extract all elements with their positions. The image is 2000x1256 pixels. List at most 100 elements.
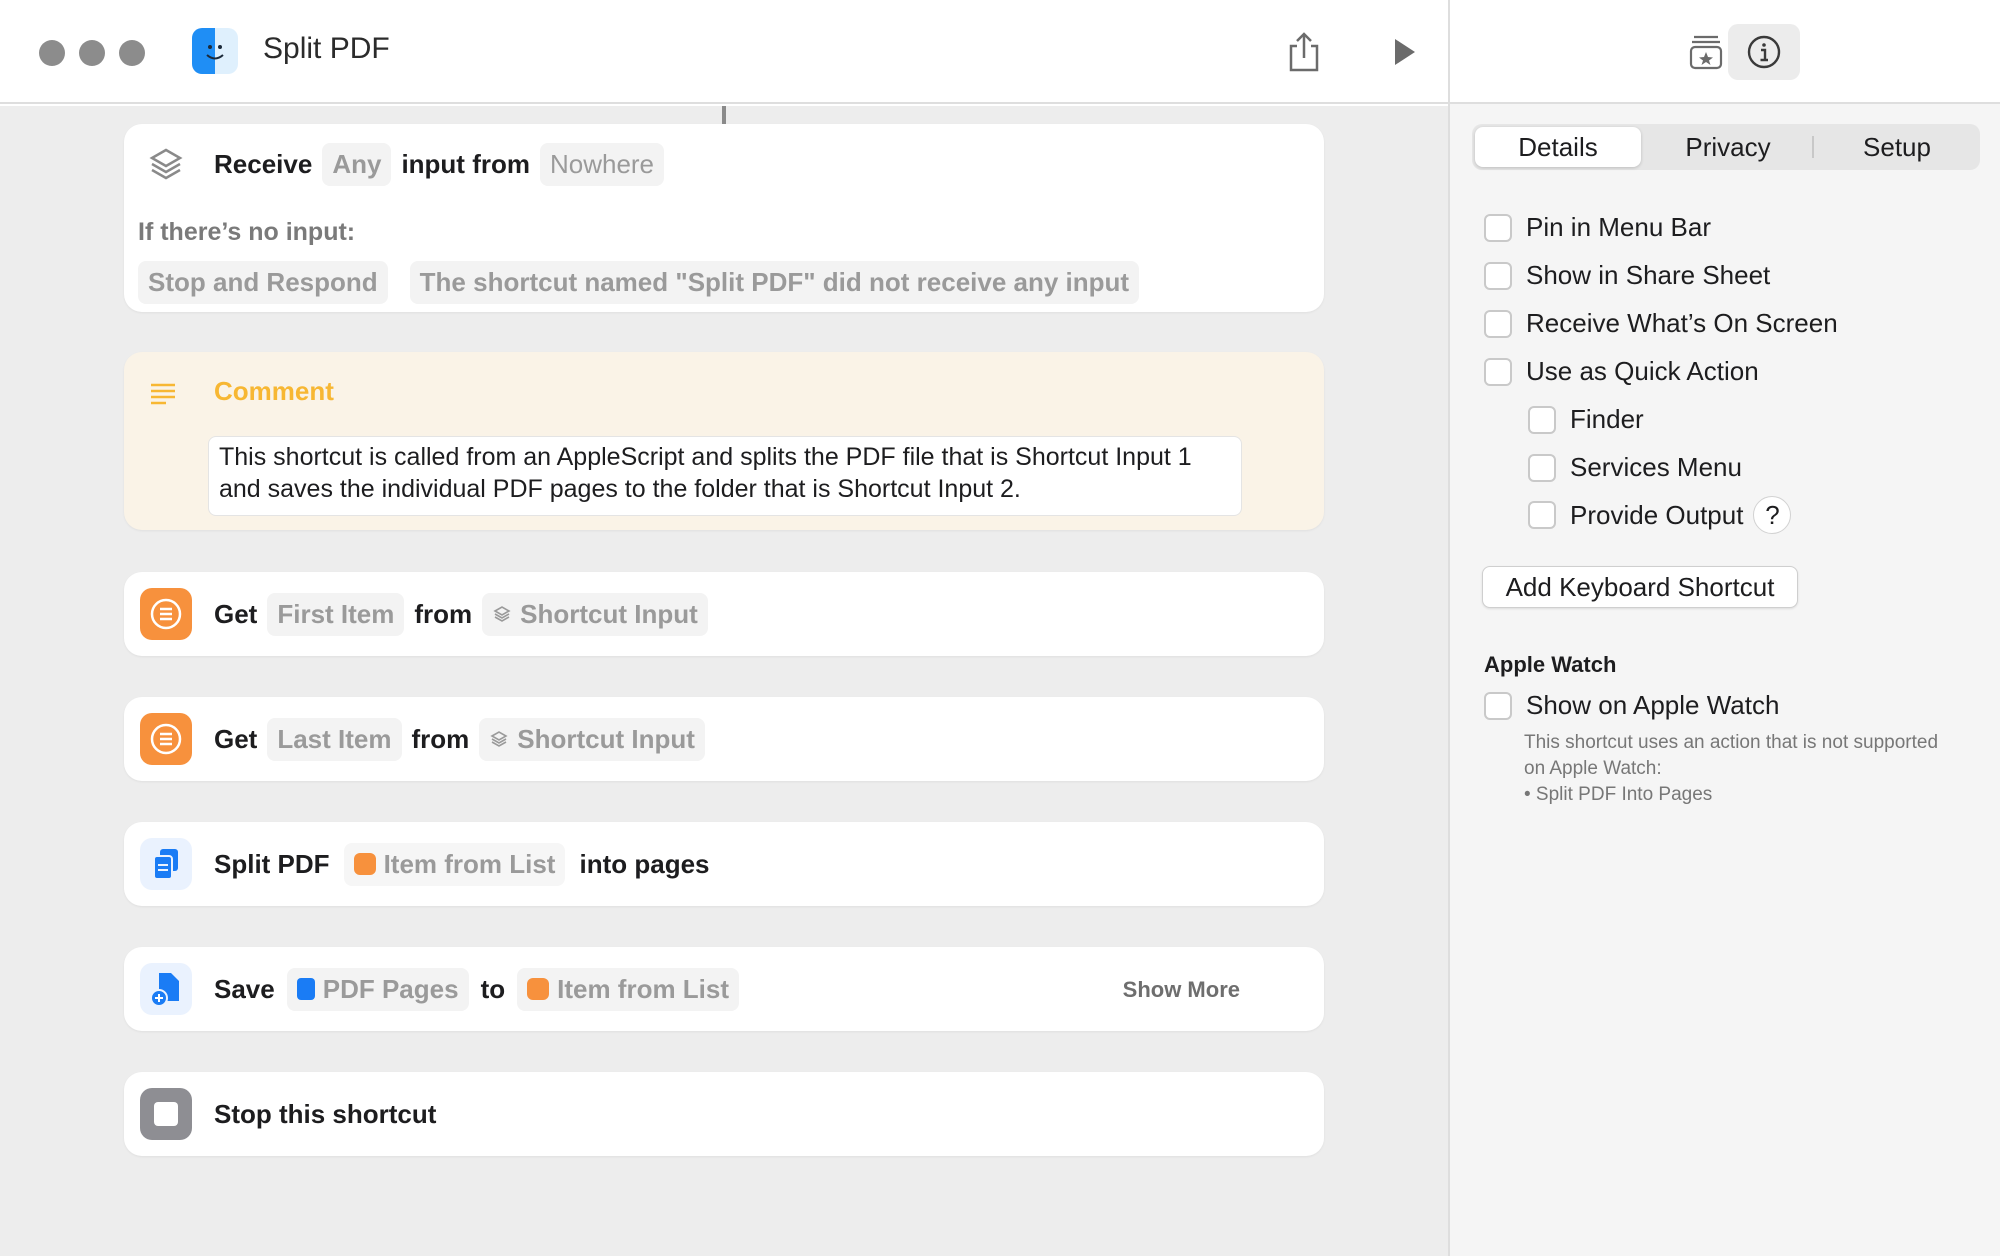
pdf-pages-token[interactable]: PDF Pages: [286, 967, 469, 1011]
shortcut-input-icon: [493, 606, 511, 622]
action-library-icon: [1689, 35, 1723, 70]
save-keyword: Save: [214, 973, 275, 1004]
details-panel: Details Privacy Setup Pin in Menu Bar Sh…: [1448, 0, 2000, 1256]
services-menu-checkbox[interactable]: [1528, 453, 1556, 482]
tab-details[interactable]: Details: [1475, 127, 1641, 167]
get-last-item-action-card[interactable]: Get Last Item from Shortcut Input: [124, 697, 1324, 781]
play-icon: [1395, 39, 1415, 65]
details-info-button[interactable]: [1728, 24, 1800, 80]
input-from-keyword: input from: [401, 148, 530, 179]
show-on-watch-option[interactable]: Show on Apple Watch: [1484, 690, 1779, 721]
provide-output-label: Provide Output: [1570, 499, 1744, 530]
save-action-card[interactable]: Save PDF Pages to Item from List Show Mo…: [124, 947, 1324, 1031]
input-source-token[interactable]: Nowhere: [539, 142, 665, 186]
stop-keyword: Stop this shortcut: [214, 1098, 437, 1129]
minimize-window-button[interactable]: [79, 40, 105, 66]
shortcut-editor: Receive Any input from Nowhere If there’…: [0, 106, 1448, 1256]
finder-app-icon: [192, 28, 238, 74]
pin-menu-bar-checkbox[interactable]: [1484, 213, 1512, 242]
destination-token[interactable]: Item from List: [517, 967, 740, 1011]
stop-icon: [140, 1088, 192, 1140]
save-document-icon: [140, 963, 192, 1015]
zoom-window-button[interactable]: [119, 40, 145, 66]
pin-menu-bar-option[interactable]: Pin in Menu Bar: [1484, 212, 1711, 243]
pdf-pages-label: PDF Pages: [322, 973, 459, 1004]
finder-checkbox[interactable]: [1528, 405, 1556, 434]
list-icon: [140, 713, 192, 765]
receive-screen-checkbox[interactable]: [1484, 309, 1512, 338]
list-icon: [140, 588, 192, 640]
comment-action-card[interactable]: Comment This shortcut is called from an …: [124, 352, 1324, 530]
split-pdf-keyword: Split PDF: [214, 848, 330, 879]
input-type-token[interactable]: Any: [322, 142, 392, 186]
finder-option[interactable]: Finder: [1528, 404, 1644, 435]
destination-label: Item from List: [557, 973, 730, 1004]
comment-text-field[interactable]: This shortcut is called from an AppleScr…: [208, 436, 1242, 516]
split-pdf-action-card[interactable]: Split PDF Item from List into pages: [124, 822, 1324, 906]
documents-icon: [140, 838, 192, 890]
receive-icon: [140, 138, 192, 190]
get-keyword: Get: [214, 723, 258, 754]
watch-note: This shortcut uses an action that is not…: [1524, 730, 1964, 808]
no-input-behavior-token[interactable]: Stop and Respond: [138, 260, 388, 304]
share-sheet-checkbox[interactable]: [1484, 261, 1512, 290]
share-icon: [1289, 32, 1319, 72]
provide-output-checkbox[interactable]: [1528, 501, 1556, 529]
last-item-token[interactable]: Last Item: [267, 717, 402, 761]
window-title: Split PDF: [263, 32, 390, 65]
services-menu-option[interactable]: Services Menu: [1528, 452, 1742, 483]
close-window-button[interactable]: [39, 40, 65, 66]
from-keyword: from: [414, 598, 473, 629]
quick-action-checkbox[interactable]: [1484, 357, 1512, 386]
item-from-list-token[interactable]: Item from List: [343, 842, 566, 886]
stop-action-card[interactable]: Stop this shortcut: [124, 1072, 1324, 1156]
watch-note-text: This shortcut uses an action that is not…: [1524, 732, 1939, 779]
shortcut-input-label: Shortcut Input: [517, 723, 695, 754]
shortcut-input-token[interactable]: Shortcut Input: [482, 592, 708, 636]
receive-screen-option[interactable]: Receive What’s On Screen: [1484, 308, 1838, 339]
connector-line: [722, 106, 726, 124]
comment-lines-icon: [150, 382, 176, 411]
first-item-token[interactable]: First Item: [267, 592, 405, 636]
panel-tabs: Details Privacy Setup: [1472, 124, 1980, 170]
shortcut-input-token[interactable]: Shortcut Input: [479, 717, 705, 761]
watch-note-item: • Split PDF Into Pages: [1524, 784, 1713, 805]
pin-menu-bar-label: Pin in Menu Bar: [1526, 212, 1711, 242]
finder-label: Finder: [1570, 404, 1644, 434]
provide-output-option[interactable]: Provide Output ?: [1528, 496, 1792, 534]
panel-toolbar: [1450, 0, 2000, 104]
apple-watch-heading: Apple Watch: [1484, 652, 1617, 677]
show-more-button[interactable]: Show More: [1123, 977, 1240, 1003]
help-button[interactable]: ?: [1753, 496, 1792, 534]
list-icon: [353, 853, 376, 875]
add-keyboard-shortcut-button[interactable]: Add Keyboard Shortcut: [1482, 566, 1798, 608]
shortcuts-window: Split PDF Receive Any input from Nowhere…: [0, 0, 2000, 1256]
info-icon: [1747, 35, 1781, 69]
from-keyword: from: [411, 723, 470, 754]
receive-keyword: Receive: [214, 148, 313, 179]
get-first-item-action-card[interactable]: Get First Item from Shortcut Input: [124, 572, 1324, 656]
tab-setup[interactable]: Setup: [1816, 127, 1978, 167]
into-pages-keyword: into pages: [579, 848, 710, 879]
get-keyword: Get: [214, 598, 258, 629]
share-button[interactable]: [1276, 24, 1332, 80]
to-keyword: to: [480, 973, 506, 1004]
services-menu-label: Services Menu: [1570, 452, 1742, 482]
receive-action-card[interactable]: Receive Any input from Nowhere If there’…: [124, 124, 1324, 312]
share-sheet-option[interactable]: Show in Share Sheet: [1484, 260, 1770, 291]
list-icon: [527, 978, 550, 1000]
no-input-message-token[interactable]: The shortcut named "Split PDF" did not r…: [409, 260, 1140, 304]
no-input-label: If there’s no input:: [138, 218, 356, 246]
quick-action-label: Use as Quick Action: [1526, 356, 1759, 386]
shortcut-input-icon: [490, 731, 508, 747]
title-bar: Split PDF: [0, 0, 1448, 104]
documents-icon: [296, 978, 315, 1000]
tab-privacy[interactable]: Privacy: [1646, 127, 1810, 167]
run-button[interactable]: [1376, 24, 1432, 80]
show-on-watch-checkbox[interactable]: [1484, 691, 1512, 720]
show-on-watch-label: Show on Apple Watch: [1526, 690, 1780, 720]
receive-screen-label: Receive What’s On Screen: [1526, 308, 1838, 338]
tab-divider: [1812, 136, 1814, 158]
item-from-list-label: Item from List: [383, 848, 556, 879]
quick-action-option[interactable]: Use as Quick Action: [1484, 356, 1759, 387]
